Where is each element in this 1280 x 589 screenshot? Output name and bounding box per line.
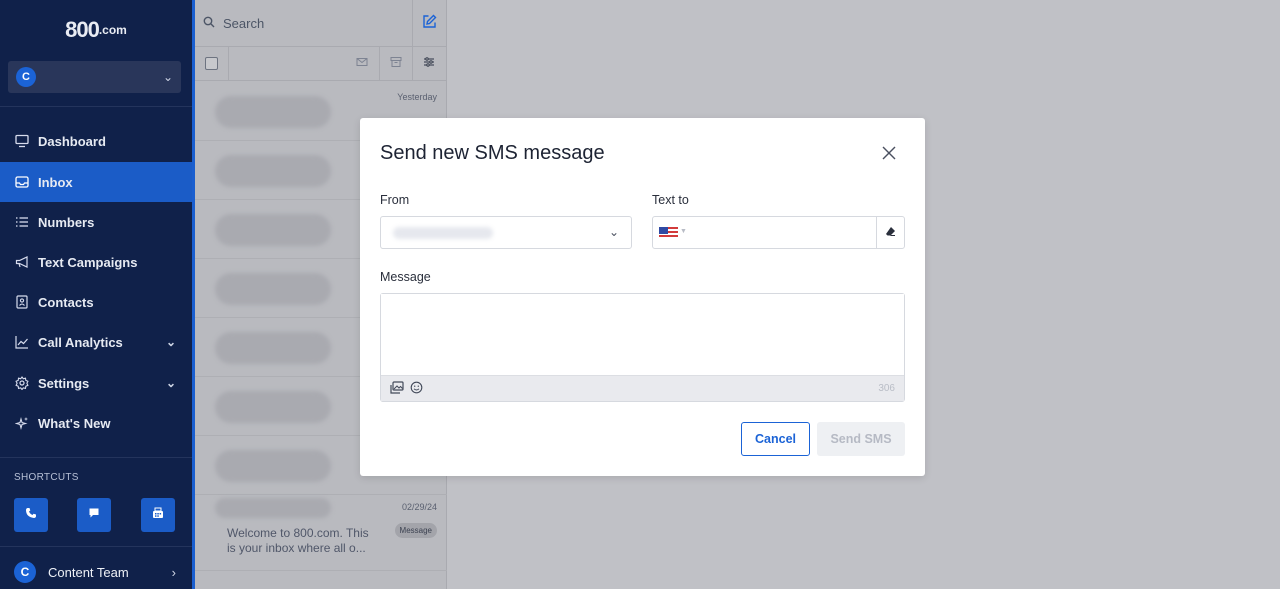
eraser-icon xyxy=(885,226,896,240)
shortcut-fax-button[interactable] xyxy=(141,498,175,532)
sidebar-item-text-campaigns[interactable]: Text Campaigns xyxy=(0,242,192,282)
chat-icon xyxy=(88,506,100,524)
redacted-contact xyxy=(215,332,331,364)
sidebar-item-inbox[interactable]: Inbox xyxy=(0,162,192,202)
user-avatar: C xyxy=(14,561,36,583)
account-avatar: C xyxy=(16,67,36,87)
chevron-right-icon: › xyxy=(171,564,176,580)
contact-card-icon xyxy=(14,294,30,310)
chevron-down-icon: ⌄ xyxy=(165,335,176,349)
sidebar-item-label: Dashboard xyxy=(38,133,106,149)
filter-sliders-icon[interactable] xyxy=(423,56,435,71)
redacted-contact xyxy=(215,450,331,482)
close-button[interactable] xyxy=(879,144,899,164)
sidebar-item-contacts[interactable]: Contacts xyxy=(0,282,192,322)
sidebar-item-label: What's New xyxy=(38,415,111,431)
sidebar-item-label: Numbers xyxy=(38,214,95,230)
brand-logo[interactable]: 800 .com xyxy=(0,0,192,60)
search-placeholder: Search xyxy=(223,15,265,31)
monitor-icon xyxy=(14,133,30,149)
sidebar-item-label: Text Campaigns xyxy=(38,254,138,270)
sidebar-divider xyxy=(0,546,192,547)
phone-icon xyxy=(25,506,37,524)
redacted-contact xyxy=(215,391,331,423)
sidebar-item-numbers[interactable]: Numbers xyxy=(0,202,192,242)
user-name: Content Team xyxy=(48,564,129,580)
fax-icon xyxy=(152,506,164,524)
row-date: 02/29/24 xyxy=(401,502,437,512)
sidebar-item-whats-new[interactable]: What's New xyxy=(0,403,192,443)
sidebar-item-label: Inbox xyxy=(38,174,73,190)
close-icon xyxy=(882,144,896,164)
select-all-checkbox[interactable] xyxy=(205,57,218,70)
compose-icon xyxy=(422,14,437,34)
list-icon xyxy=(14,214,30,230)
sidebar-item-dashboard[interactable]: Dashboard xyxy=(0,121,192,161)
recipient-field[interactable]: ▼ xyxy=(652,216,905,249)
message-composer: 306 xyxy=(380,293,905,402)
line-chart-icon xyxy=(14,334,30,350)
sidebar: 800 .com C ⌄ Dashboard Inbox Numbers Text… xyxy=(0,0,192,589)
redacted-contact xyxy=(215,96,331,128)
message-label: Message xyxy=(380,270,431,284)
sidebar-item-settings[interactable]: Settings ⌄ xyxy=(0,363,192,403)
shortcut-message-button[interactable] xyxy=(77,498,111,532)
chevron-down-icon: ⌄ xyxy=(162,70,173,84)
logo-main: 800 xyxy=(65,17,100,42)
from-number-select[interactable]: ⌄ xyxy=(380,216,632,249)
toolbar-separator xyxy=(412,47,413,81)
inbox-icon xyxy=(14,174,30,190)
shortcuts-label: SHORTCUTS xyxy=(14,472,79,483)
gear-icon xyxy=(14,375,30,391)
sparkle-icon xyxy=(14,415,30,431)
row-date: Yesterday xyxy=(397,92,437,102)
archive-icon[interactable] xyxy=(390,56,402,71)
logo-suffix: .com xyxy=(98,23,127,37)
emoji-icon[interactable] xyxy=(410,381,423,397)
redacted-contact xyxy=(215,498,331,518)
redacted-contact xyxy=(215,214,331,246)
search-input[interactable]: Search xyxy=(195,0,446,47)
sidebar-item-call-analytics[interactable]: Call Analytics ⌄ xyxy=(0,322,192,362)
message-textarea[interactable] xyxy=(381,294,904,376)
search-icon xyxy=(203,16,215,31)
inbox-toolbar xyxy=(195,47,446,81)
toolbar-separator xyxy=(228,47,229,81)
cancel-button[interactable]: Cancel xyxy=(741,422,810,456)
chevron-down-icon: ⌄ xyxy=(165,376,176,390)
text-to-label: Text to xyxy=(652,193,689,207)
send-sms-dialog: Send new SMS message From ⌄ Text to ▼ Me… xyxy=(360,118,925,476)
sidebar-item-label: Settings xyxy=(38,375,90,391)
megaphone-icon xyxy=(14,254,30,270)
user-menu[interactable]: C Content Team › xyxy=(0,555,192,589)
redacted-number xyxy=(393,227,493,239)
sidebar-divider xyxy=(0,457,192,458)
attach-image-icon[interactable] xyxy=(390,381,404,397)
redacted-contact xyxy=(215,155,331,187)
message-badge: Message xyxy=(394,523,437,538)
chevron-down-icon: ⌄ xyxy=(608,225,619,239)
us-flag-icon[interactable] xyxy=(659,227,678,239)
list-item[interactable]: 02/29/24 Message Welcome to 800.com. Thi… xyxy=(195,492,447,571)
shortcut-phone-button[interactable] xyxy=(14,498,48,532)
redacted-contact xyxy=(215,273,331,305)
clear-recipient-button[interactable] xyxy=(876,217,904,248)
sidebar-item-label: Call Analytics xyxy=(38,334,123,350)
chevron-down-icon: ▼ xyxy=(680,228,687,235)
mark-read-icon[interactable] xyxy=(356,56,368,71)
account-selector[interactable]: C ⌄ xyxy=(8,61,181,93)
compose-button[interactable] xyxy=(412,0,446,47)
char-count: 306 xyxy=(878,383,895,394)
toolbar-separator xyxy=(379,47,380,81)
send-sms-button[interactable]: Send SMS xyxy=(817,422,905,456)
from-label: From xyxy=(380,193,410,207)
sidebar-divider xyxy=(0,106,192,107)
message-footer: 306 xyxy=(381,375,904,401)
sidebar-item-label: Contacts xyxy=(38,294,94,310)
dialog-title: Send new SMS message xyxy=(380,142,605,164)
message-preview: Welcome to 800.com. This is your inbox w… xyxy=(227,526,369,555)
